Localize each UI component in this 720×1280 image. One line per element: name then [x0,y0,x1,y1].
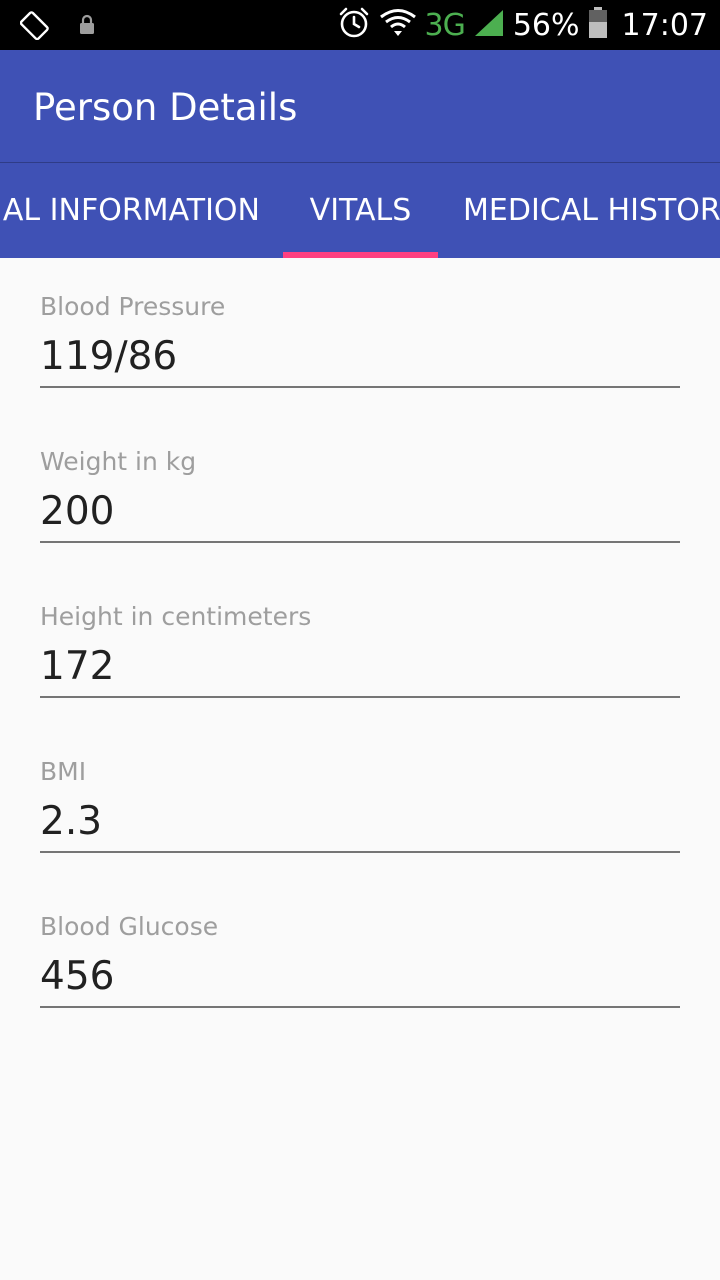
field-underline [40,386,680,388]
app-bar: Person Details [0,50,720,162]
battery-icon [588,7,608,43]
field-label: Weight in kg [40,447,197,476]
tab-selected-indicator [283,252,438,258]
field-label: Blood Glucose [40,912,219,941]
field-label: Height in centimeters [40,602,312,631]
field-label: BMI [40,757,87,786]
signal-icon [473,8,505,42]
bmi-input[interactable]: 2.3 [40,799,102,844]
field-underline [40,541,680,543]
tab-personal-information[interactable]: AL INFORMATION [0,162,260,258]
tab-medical-history[interactable]: MEDICAL HISTOR [463,162,720,258]
tab-bar: AL INFORMATION VITALS MEDICAL HISTOR [0,162,720,258]
alarm-icon [337,6,371,44]
network-type: 3G [424,7,466,43]
wifi-icon [379,8,417,42]
weight-input[interactable]: 200 [40,489,114,534]
field-underline [40,696,680,698]
field-underline [40,1006,680,1008]
field-underline [40,851,680,853]
page-title: Person Details [33,86,298,129]
screen-rotation-icon [19,10,50,44]
field-label: Blood Pressure [40,292,226,321]
blood-glucose-input[interactable]: 456 [40,954,114,999]
tab-vitals[interactable]: VITALS [283,162,438,258]
lock-icon [78,14,96,40]
blood-pressure-input[interactable]: 119/86 [40,334,177,379]
height-input[interactable]: 172 [40,644,114,689]
battery-percent: 56% [512,7,580,43]
status-bar: 3G 56% 17:07 [0,0,720,50]
clock: 17:07 [621,7,708,43]
